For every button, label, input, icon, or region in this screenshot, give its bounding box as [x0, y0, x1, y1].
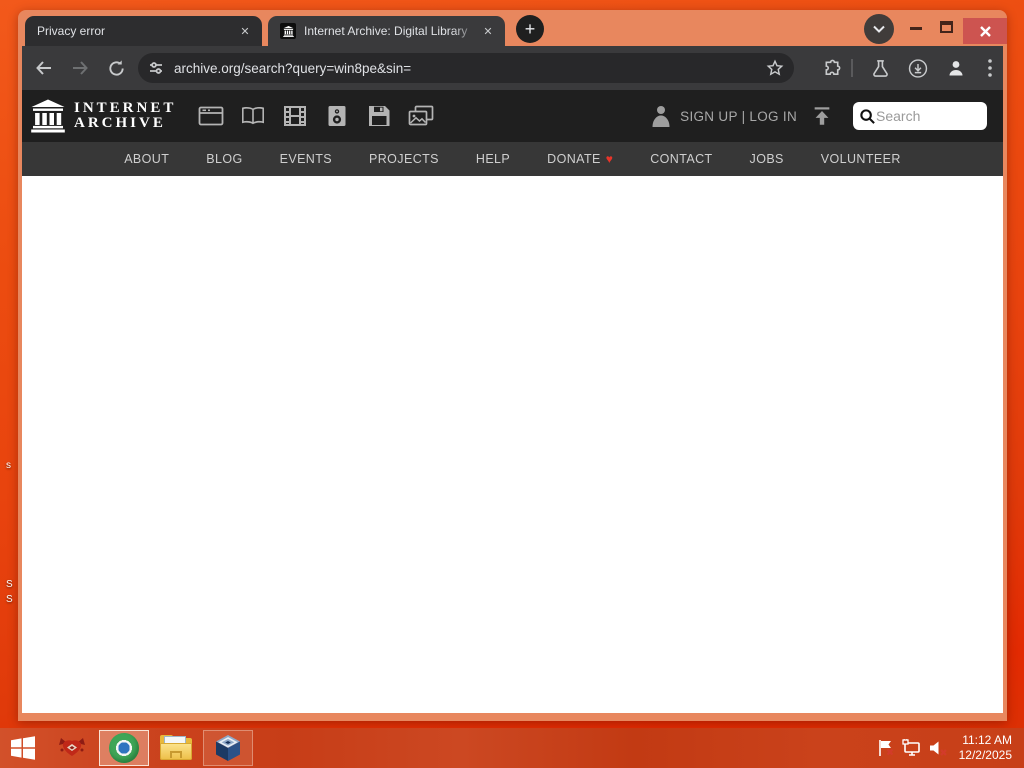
browser-tab-internet-archive[interactable]: Internet Archive: Digital Library ✕ — [268, 16, 505, 46]
browser-titlebar[interactable]: Privacy error ✕ Internet Archive: Digita… — [18, 10, 1007, 46]
nav-item-contact[interactable]: CONTACT — [650, 152, 712, 166]
system-tray — [877, 739, 949, 757]
window-close-button[interactable] — [963, 18, 1007, 44]
wordmark-line1: INTERNET — [74, 100, 177, 116]
volume-muted-icon[interactable] — [929, 739, 949, 757]
user-icon — [650, 104, 672, 128]
forward-icon — [70, 58, 90, 78]
ia-header-right: SIGN UP | LOG IN — [650, 102, 987, 130]
donate-label: DONATE — [547, 152, 601, 166]
new-tab-button[interactable]: + — [516, 15, 544, 43]
images-icon[interactable] — [408, 105, 434, 127]
network-status-icon[interactable] — [901, 739, 922, 757]
window-minimize-button[interactable] — [910, 27, 922, 30]
url-text[interactable]: archive.org/search?query=win8pe&sin= — [174, 61, 766, 76]
browser-menu-icon[interactable] — [980, 58, 1000, 78]
page-content-blank — [22, 176, 1003, 713]
internet-archive-header: INTERNET ARCHIVE SIGN UP | LOG IN Search — [22, 90, 1003, 142]
action-center-flag-icon[interactable] — [877, 739, 895, 757]
downloads-icon[interactable] — [908, 58, 928, 78]
desktop-icon-label-fragment: s — [6, 460, 11, 471]
taskbar-clock[interactable]: 11:12 AM 12/2/2025 — [959, 733, 1012, 763]
nav-item-donate[interactable]: DONATE ♥ — [547, 152, 613, 166]
tab-title: Privacy error — [37, 24, 106, 38]
start-button[interactable] — [0, 728, 46, 768]
clock-time: 11:12 AM — [962, 733, 1012, 747]
nav-item-jobs[interactable]: JOBS — [750, 152, 784, 166]
browser-tab-privacy-error[interactable]: Privacy error ✕ — [25, 16, 262, 46]
labs-flask-icon[interactable] — [870, 58, 890, 78]
taskbar-red-app-icon[interactable] — [47, 730, 97, 766]
video-icon[interactable] — [282, 105, 308, 127]
ia-search-box[interactable] — [853, 102, 987, 130]
bookmark-star-icon[interactable] — [766, 59, 784, 77]
tab-close-icon[interactable]: ✕ — [236, 22, 254, 40]
taskbar-virtualbox-icon[interactable] — [203, 730, 253, 766]
heart-icon: ♥ — [605, 152, 614, 166]
nav-item-about[interactable]: ABOUT — [124, 152, 169, 166]
audio-icon[interactable] — [324, 105, 350, 127]
desktop-icon-label-fragment: S — [6, 579, 13, 590]
window-maximize-button[interactable] — [940, 21, 953, 33]
nav-item-help[interactable]: HELP — [476, 152, 510, 166]
reload-icon[interactable] — [106, 58, 126, 78]
browser-toolbar: archive.org/search?query=win8pe&sin= — [22, 46, 1003, 90]
media-type-icons — [198, 105, 434, 127]
clock-date: 12/2/2025 — [958, 748, 1012, 762]
nav-item-volunteer[interactable]: VOLUNTEER — [821, 152, 901, 166]
texts-icon[interactable] — [240, 105, 266, 127]
upload-icon[interactable] — [811, 105, 833, 127]
nav-item-events[interactable]: EVENTS — [280, 152, 332, 166]
extensions-icon[interactable] — [822, 58, 842, 78]
tab-title: Internet Archive: Digital Library — [304, 24, 468, 38]
internet-archive-wordmark[interactable]: INTERNET ARCHIVE — [74, 101, 176, 131]
back-icon[interactable] — [34, 58, 54, 78]
internet-archive-logo[interactable] — [30, 98, 66, 134]
taskbar-chrome-icon[interactable] — [99, 730, 149, 766]
taskbar-file-explorer-icon[interactable] — [151, 730, 201, 766]
tab-search-chevron-icon[interactable] — [864, 14, 894, 44]
software-icon[interactable] — [366, 105, 392, 127]
tab-close-icon[interactable]: ✕ — [479, 22, 497, 40]
profile-avatar-icon[interactable] — [946, 58, 966, 78]
internet-archive-navbar: ABOUT BLOG EVENTS PROJECTS HELP DONATE ♥… — [22, 142, 1003, 176]
windows-taskbar: 11:12 AM 12/2/2025 — [0, 728, 1024, 768]
toolbar-separator — [850, 58, 854, 78]
nav-item-projects[interactable]: PROJECTS — [369, 152, 439, 166]
internet-archive-favicon — [280, 23, 296, 39]
site-settings-icon[interactable] — [148, 60, 164, 76]
address-bar[interactable]: archive.org/search?query=win8pe&sin= — [138, 53, 794, 83]
nav-item-blog[interactable]: BLOG — [206, 152, 242, 166]
signup-login-link[interactable]: SIGN UP | LOG IN — [680, 109, 797, 124]
wordmark-line2: ARCHIVE — [74, 115, 166, 131]
desktop-icon-label-fragment: S — [6, 594, 13, 605]
ia-search-input[interactable] — [876, 108, 976, 124]
web-icon[interactable] — [198, 105, 224, 127]
browser-window: Privacy error ✕ Internet Archive: Digita… — [18, 10, 1007, 721]
page-viewport: INTERNET ARCHIVE SIGN UP | LOG IN Search… — [22, 90, 1003, 713]
